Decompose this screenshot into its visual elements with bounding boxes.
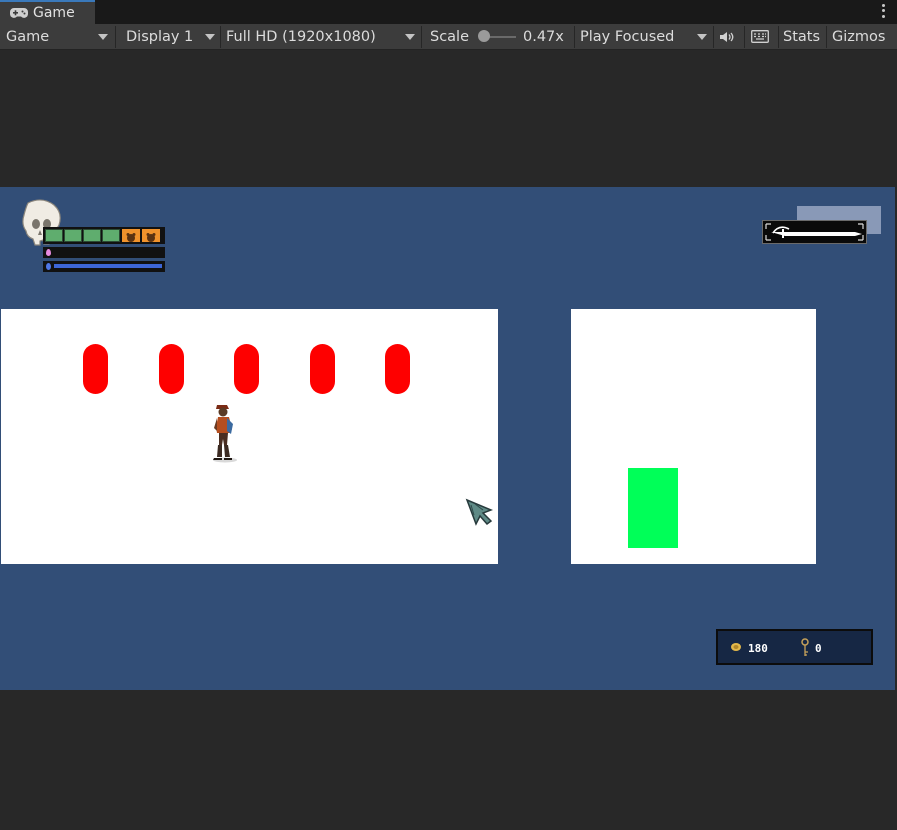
shield-bear-icon	[126, 233, 136, 242]
scale-slider-handle[interactable]	[478, 30, 490, 42]
energy-bar	[43, 247, 165, 258]
mana-fill	[54, 264, 162, 268]
shield-segment	[142, 229, 160, 242]
enemy-pill	[234, 344, 259, 394]
key-icon	[801, 638, 809, 656]
display-label: Display 1	[126, 28, 194, 45]
more-options-icon[interactable]	[881, 3, 885, 19]
editor-tab-bar: Game	[0, 0, 897, 24]
mana-bar	[43, 261, 165, 272]
mute-audio-button[interactable]	[719, 24, 741, 49]
display-dropdown[interactable]: Display 1	[126, 24, 220, 49]
game-view-toolbar: Game Display 1 Full HD (1920x1080) Scale…	[0, 24, 897, 50]
coin-count: 180	[748, 642, 768, 655]
health-segment	[64, 229, 82, 242]
speaker-icon	[720, 31, 734, 42]
cursor-pointer-icon	[465, 498, 493, 526]
view-mode-dropdown[interactable]: Game	[6, 24, 114, 49]
enemy-pill	[159, 344, 184, 394]
play-mode-label: Play Focused	[580, 28, 675, 45]
enemy-pill	[310, 344, 335, 394]
goal-block	[628, 468, 678, 548]
chevron-down-icon	[405, 34, 415, 40]
chevron-down-icon	[205, 34, 215, 40]
stats-button[interactable]: Stats	[783, 24, 823, 49]
health-segment	[45, 229, 63, 242]
chevron-down-icon	[98, 34, 108, 40]
game-tab[interactable]: Game	[0, 0, 95, 24]
sword-icon	[765, 223, 864, 241]
gamepad-icon	[10, 7, 28, 19]
scale-value: 0.47x	[523, 28, 564, 45]
player-character	[213, 405, 237, 463]
resolution-label: Full HD (1920x1080)	[226, 28, 376, 45]
keyboard-icon	[751, 30, 769, 43]
gizmos-button[interactable]: Gizmos	[832, 24, 890, 49]
weapon-slot	[762, 220, 867, 244]
shortcuts-button[interactable]	[751, 24, 773, 49]
view-mode-label: Game	[6, 28, 50, 45]
health-segment	[83, 229, 101, 242]
health-segment	[102, 229, 120, 242]
coin-icon	[731, 643, 741, 651]
resolution-dropdown[interactable]: Full HD (1920x1080)	[226, 24, 420, 49]
chevron-down-icon	[697, 34, 707, 40]
enemy-pill	[83, 344, 108, 394]
shield-bear-icon	[146, 233, 156, 242]
enemy-pill	[385, 344, 410, 394]
scale-label: Scale	[430, 28, 470, 45]
shield-segment	[122, 229, 140, 242]
mana-drop-icon	[46, 263, 51, 270]
energy-drop-icon	[46, 249, 51, 256]
resource-panel: 180 0	[716, 629, 873, 665]
key-count: 0	[815, 642, 822, 655]
game-tab-label: Game	[33, 5, 75, 21]
room-right-floor	[571, 309, 816, 564]
play-mode-dropdown[interactable]: Play Focused	[580, 24, 712, 49]
